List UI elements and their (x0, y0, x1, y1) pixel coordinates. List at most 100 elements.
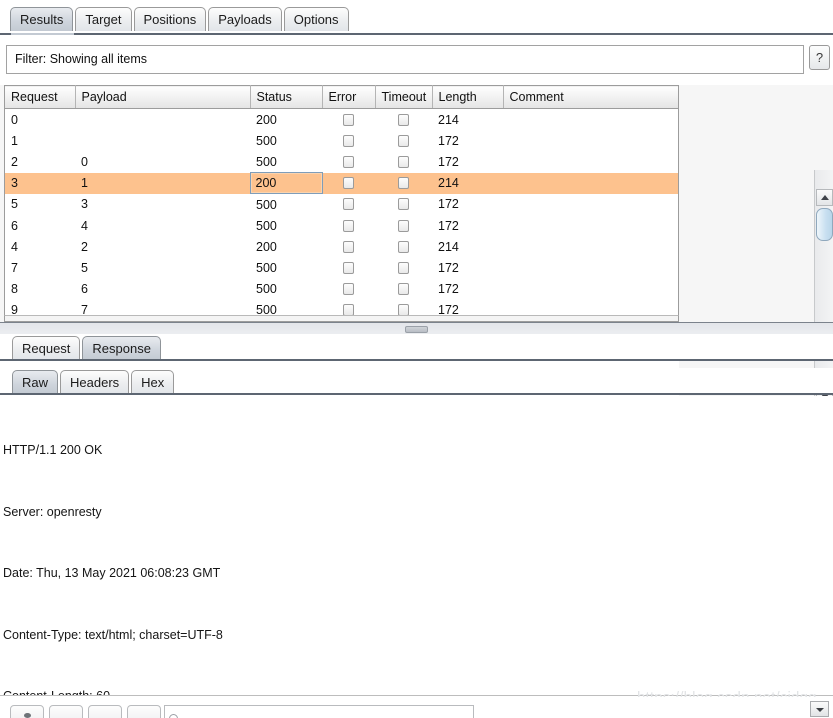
checkbox-icon[interactable] (398, 113, 409, 126)
table-row[interactable]: 4 2 200 214 (5, 236, 678, 257)
checkbox-icon[interactable] (343, 261, 354, 274)
table-row[interactable]: 0 200 214 (5, 109, 678, 131)
bottom-combo-box[interactable] (810, 701, 829, 717)
cell-error[interactable] (322, 236, 375, 257)
tab-target-label: Target (85, 12, 122, 27)
checkbox-icon[interactable] (398, 240, 409, 253)
column-header-request[interactable]: Request (5, 85, 76, 109)
results-pane: Request Payload Status Error Timeout Len… (0, 85, 833, 407)
cell-timeout[interactable] (375, 194, 432, 216)
tab-response-label: Response (92, 341, 151, 356)
table-row[interactable]: 1 500 172 (5, 130, 678, 151)
tab-target[interactable]: Target (75, 7, 132, 31)
checkbox-icon[interactable] (343, 134, 354, 147)
response-header-line: Server: openresty (3, 504, 102, 519)
bottom-button-3[interactable] (88, 705, 122, 718)
cell-timeout[interactable] (375, 109, 432, 131)
table-row[interactable]: 7 5 500 172 (5, 257, 678, 278)
cell-status: 200 (256, 112, 277, 127)
table-row[interactable]: 8 6 500 172 (5, 278, 678, 299)
column-header-comment[interactable]: Comment (503, 85, 678, 109)
cell-comment (503, 151, 678, 173)
tab-request[interactable]: Request (12, 336, 81, 360)
cell-error[interactable] (322, 172, 375, 194)
cell-payload: 4 (81, 218, 88, 233)
tab-positions[interactable]: Positions (133, 7, 207, 31)
scroll-up-icon[interactable] (816, 189, 833, 206)
checkbox-icon[interactable] (343, 219, 354, 232)
table-row[interactable]: 5 3 500 172 (5, 194, 678, 216)
cell-error[interactable] (322, 130, 375, 151)
results-table-container[interactable]: Request Payload Status Error Timeout Len… (4, 85, 679, 322)
column-header-status[interactable]: Status (250, 85, 323, 109)
results-table: Request Payload Status Error Timeout Len… (5, 85, 678, 320)
checkbox-icon[interactable] (343, 240, 354, 253)
cell-error[interactable] (322, 151, 375, 173)
bottom-toolbar (0, 697, 833, 718)
tab-hex[interactable]: Hex (131, 370, 175, 394)
help-button[interactable]: ? (809, 45, 830, 70)
circle-icon (24, 713, 31, 718)
cell-error[interactable] (322, 194, 375, 216)
table-row[interactable]: 2 0 500 172 (5, 151, 678, 173)
cell-timeout[interactable] (375, 257, 432, 278)
tab-positions-label: Positions (143, 12, 197, 27)
table-row[interactable]: 6 4 500 172 (5, 215, 678, 236)
cell-request: 1 (11, 133, 18, 148)
filter-bar[interactable]: Filter: Showing all items (6, 45, 804, 74)
checkbox-icon[interactable] (343, 155, 354, 168)
checkbox-icon[interactable] (343, 177, 355, 189)
tab-results[interactable]: Results (10, 7, 74, 31)
checkbox-icon[interactable] (343, 303, 354, 316)
checkbox-icon[interactable] (398, 282, 409, 295)
table-row[interactable]: 3 1 200 214 (5, 172, 678, 194)
cell-request: 7 (11, 260, 18, 275)
bottom-button-4[interactable] (127, 705, 161, 718)
cell-length: 172 (438, 260, 459, 275)
cell-timeout[interactable] (375, 236, 432, 257)
bottom-search-input[interactable] (164, 705, 474, 718)
column-header-timeout[interactable]: Timeout (375, 85, 433, 109)
checkbox-icon[interactable] (398, 303, 409, 316)
cell-timeout[interactable] (375, 172, 432, 194)
checkbox-icon[interactable] (398, 177, 409, 189)
checkbox-icon[interactable] (398, 219, 409, 232)
tab-raw[interactable]: Raw (12, 370, 59, 394)
column-header-length[interactable]: Length (432, 85, 504, 109)
cell-payload: 6 (81, 281, 88, 296)
tab-headers-label: Headers (70, 375, 120, 390)
response-body-text[interactable]: HTTP/1.1 200 OK Server: openresty Date: … (0, 396, 833, 696)
checkbox-icon[interactable] (343, 113, 354, 126)
tab-headers[interactable]: Headers (60, 370, 130, 394)
column-header-payload[interactable]: Payload (75, 85, 251, 109)
bottom-button-1[interactable] (10, 705, 44, 718)
scrollbar-thumb[interactable] (816, 208, 833, 241)
cell-comment (503, 172, 678, 194)
tab-payloads[interactable]: Payloads (208, 7, 282, 31)
cell-timeout[interactable] (375, 215, 432, 236)
checkbox-icon[interactable] (343, 282, 354, 295)
checkbox-icon[interactable] (398, 198, 409, 211)
cell-timeout[interactable] (375, 130, 432, 151)
column-header-error[interactable]: Error (322, 85, 376, 109)
tab-options[interactable]: Options (283, 7, 349, 31)
cell-length: 214 (438, 112, 459, 127)
checkbox-icon[interactable] (343, 198, 354, 211)
cell-request: 5 (11, 197, 18, 212)
search-icon (169, 714, 178, 718)
cell-error[interactable] (322, 215, 375, 236)
tab-response[interactable]: Response (82, 336, 161, 360)
cell-timeout[interactable] (375, 151, 432, 173)
cell-length: 172 (438, 197, 459, 212)
splitter-grip[interactable] (405, 326, 428, 333)
cell-error[interactable] (322, 109, 375, 131)
cell-error[interactable] (322, 278, 375, 299)
checkbox-icon[interactable] (398, 261, 409, 274)
tab-request-label: Request (22, 341, 71, 356)
checkbox-icon[interactable] (398, 155, 409, 168)
checkbox-icon[interactable] (398, 134, 409, 147)
bottom-button-2[interactable] (49, 705, 83, 718)
cell-payload (75, 130, 250, 151)
cell-timeout[interactable] (375, 278, 432, 299)
cell-error[interactable] (322, 257, 375, 278)
